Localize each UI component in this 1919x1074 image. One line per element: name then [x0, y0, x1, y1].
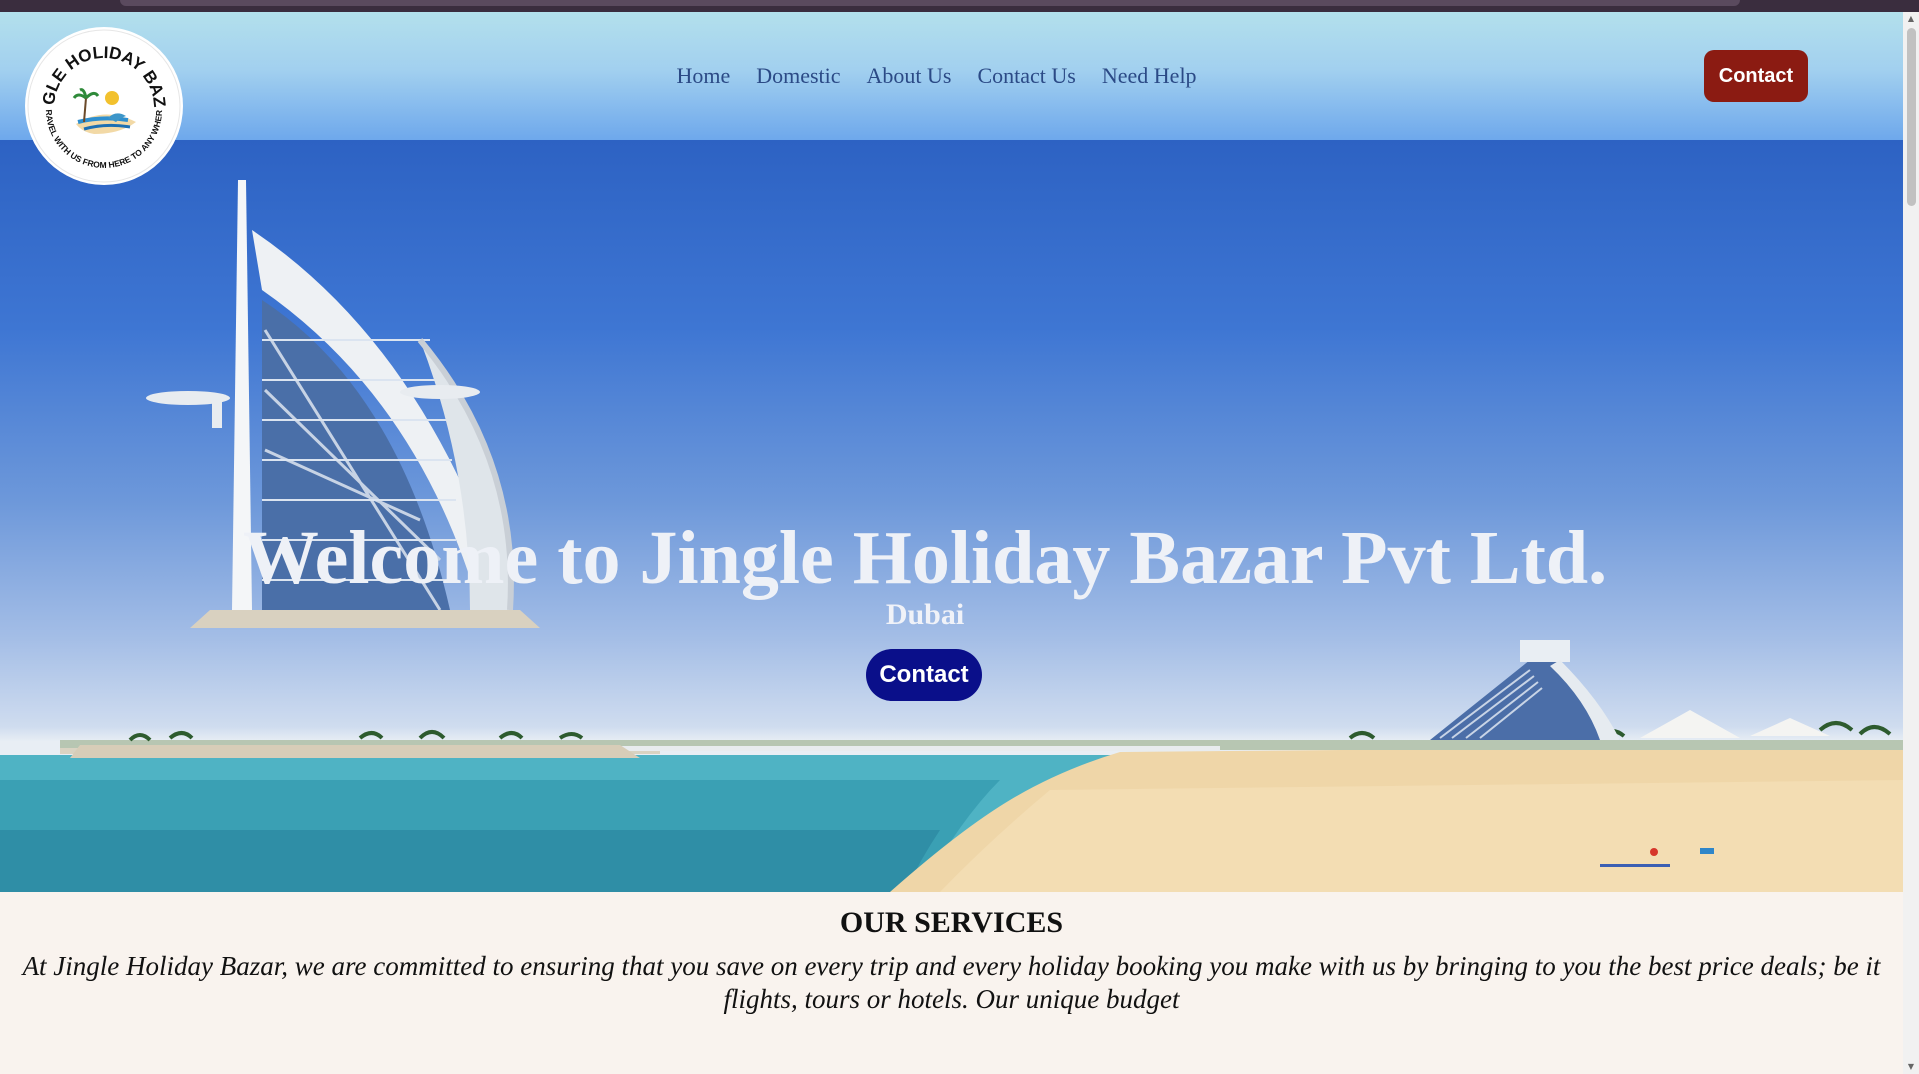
- scroll-down-arrow-icon[interactable]: ▼: [1906, 1062, 1916, 1072]
- header-contact-button[interactable]: Contact: [1704, 50, 1808, 102]
- nav-contact-us[interactable]: Contact Us: [977, 63, 1075, 89]
- hero-subtitle: Dubai: [885, 598, 965, 631]
- hero-contact-button[interactable]: Contact: [866, 649, 982, 701]
- site-header: Home Domestic About Us Contact Us Need H…: [0, 12, 1903, 140]
- browser-top-bar: [120, 0, 1740, 6]
- nav-need-help[interactable]: Need Help: [1102, 63, 1197, 89]
- main-nav: Home Domestic About Us Contact Us Need H…: [0, 12, 1903, 140]
- nav-home[interactable]: Home: [676, 63, 730, 89]
- scroll-up-arrow-icon[interactable]: ▲: [1906, 14, 1916, 24]
- nav-domestic[interactable]: Domestic: [756, 63, 840, 89]
- page: Home Domestic About Us Contact Us Need H…: [0, 12, 1903, 1074]
- hero-section: Welcome to Jingle Holiday Bazar Pvt Ltd.…: [0, 140, 1903, 892]
- services-description: At Jingle Holiday Bazar, we are committe…: [22, 951, 1881, 1014]
- logo-emblem: JINGLE HOLIDAY BAZAR TRAVEL WITH US FROM…: [18, 12, 183, 185]
- site-logo[interactable]: JINGLE HOLIDAY BAZAR TRAVEL WITH US FROM…: [18, 12, 184, 186]
- services-section: OUR SERVICES At Jingle Holiday Bazar, we…: [0, 892, 1903, 1074]
- scroll-thumb[interactable]: [1907, 28, 1916, 206]
- hero-title: Welcome to Jingle Holiday Bazar Pvt Ltd.: [242, 516, 1608, 600]
- browser-top-strip: [0, 0, 1919, 12]
- nav-about-us[interactable]: About Us: [867, 63, 952, 89]
- page-scrollbar[interactable]: ▲ ▼: [1903, 12, 1919, 1074]
- services-heading: OUR SERVICES: [839, 906, 1064, 939]
